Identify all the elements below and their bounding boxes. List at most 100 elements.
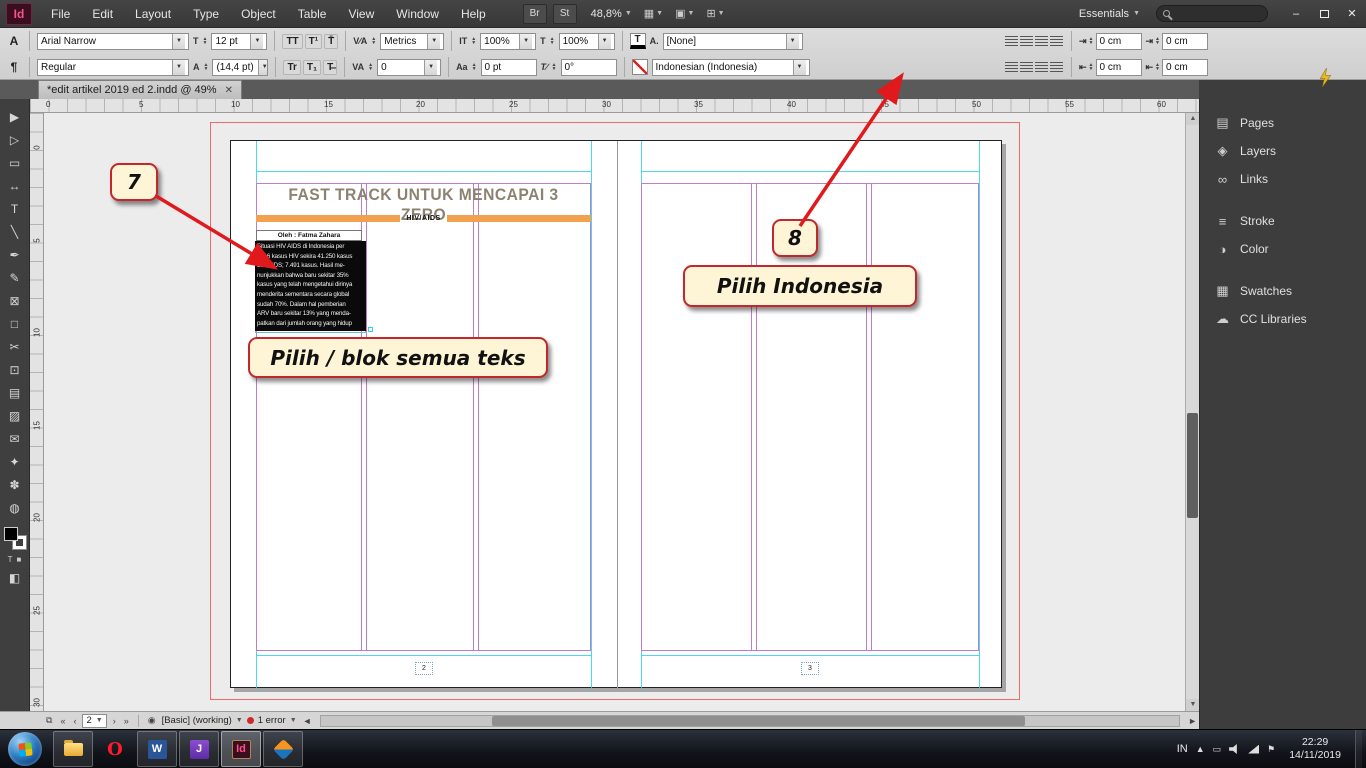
view-options-button[interactable]: ▦ ▼ [644, 7, 663, 20]
action-center-flag-icon[interactable]: ⚑ [1267, 744, 1275, 755]
search-box[interactable] [1156, 5, 1268, 22]
align-center-button[interactable] [1020, 35, 1033, 47]
tracking-stepper[interactable]: ▲ ▼ [368, 63, 373, 72]
vertical-scrollbar[interactable]: ▲ ▼ [1185, 113, 1200, 711]
taskbar-word[interactable]: W [137, 731, 177, 767]
direct-selection-tool[interactable]: ▷ [3, 128, 27, 151]
leading-stepper[interactable]: ▲ ▼ [204, 63, 209, 72]
pen-tool[interactable]: ✒ [3, 243, 27, 266]
align-right-button[interactable] [1035, 35, 1048, 47]
align-left-button[interactable] [1005, 35, 1018, 47]
indent-field[interactable]: 0 cm [1162, 58, 1208, 76]
pasteboard[interactable]: FAST TRACK UNTUK MENCAPAI 3 ZERO HIV/AID… [44, 113, 1185, 711]
justify-last-right-button[interactable] [1035, 61, 1048, 73]
preflight-profile[interactable]: [Basic] (working) [162, 715, 232, 726]
panel-tab-cc-libraries[interactable]: ☁ CC Libraries [1200, 305, 1366, 333]
scroll-up-arrow[interactable]: ▲ [1186, 113, 1200, 125]
taskbar-indesign[interactable]: Id [221, 731, 261, 767]
last-page-button[interactable]: » [122, 716, 131, 726]
indent-stepper[interactable]: ▲ ▼ [1089, 37, 1094, 46]
horizontal-scale-stepper[interactable]: ▲ ▼ [471, 37, 476, 46]
case-toggle-button[interactable]: TT [282, 33, 303, 49]
panel-tab-stroke[interactable]: ≡ Stroke [1200, 207, 1366, 235]
indent-stepper[interactable]: ▲ ▼ [1155, 37, 1160, 46]
paragraph-formatting-toggle[interactable]: ¶ [6, 60, 22, 74]
baseline-shift-field[interactable]: 0 pt [480, 58, 537, 76]
stock-button[interactable]: St [552, 3, 577, 24]
panel-tab-layers[interactable]: ◈ Layers [1200, 137, 1366, 165]
free-transform-tool[interactable]: ⊡ [3, 358, 27, 381]
formatting-affects-text-button[interactable]: T [8, 555, 13, 564]
justify-all-button[interactable] [1050, 61, 1063, 73]
horizontal-scale-field[interactable]: 100% ▼ [480, 32, 537, 50]
gap-tool[interactable]: ↔ [3, 174, 27, 197]
justify-last-left-button[interactable] [1005, 61, 1018, 73]
vertical-scroll-thumb[interactable] [1187, 413, 1198, 518]
baseline-shift-stepper[interactable]: ▲ ▼ [472, 63, 477, 72]
keyboard-icon[interactable]: ▭ [1213, 744, 1222, 755]
preflight-menu-icon[interactable]: ◉ [146, 715, 158, 726]
page-number-select[interactable]: 2 ▼ [82, 713, 107, 728]
previous-page-button[interactable]: ‹ [71, 716, 78, 726]
screen-mode-button[interactable]: ▣ ▼ [675, 7, 694, 20]
leading-field[interactable]: (14,4 pt) ▼ [212, 58, 269, 76]
vertical-ruler[interactable]: 0 5 10 15 20 25 30 [30, 113, 44, 711]
case-toggle-button[interactable]: Tr [283, 59, 301, 75]
fill-swatch[interactable] [3, 527, 18, 541]
menu-item[interactable]: View [337, 0, 385, 28]
case-toggle-button[interactable]: T̄ [324, 33, 339, 49]
search-input[interactable] [1174, 8, 1254, 19]
menu-item[interactable]: Edit [81, 0, 124, 28]
minimize-button[interactable]: – [1282, 0, 1310, 28]
panel-tab-swatches[interactable]: ▦ Swatches [1200, 277, 1366, 305]
font-style-combo[interactable]: Regular ▼ [37, 58, 189, 76]
character-style-combo[interactable]: [None] ▼ [662, 32, 803, 50]
scroll-down-arrow[interactable]: ▼ [1186, 699, 1200, 711]
tracking-combo[interactable]: 0 ▼ [377, 58, 442, 76]
panel-tab-pages[interactable]: ▤ Pages [1200, 109, 1366, 137]
language-combo[interactable]: Indonesian (Indonesia) ▼ [651, 58, 810, 76]
taskbar-journal[interactable]: J [179, 731, 219, 767]
skew-field[interactable]: 0° [560, 58, 617, 76]
language-indicator[interactable]: IN [1177, 743, 1188, 755]
page-number-frame-right[interactable]: 3 [801, 662, 819, 675]
spread[interactable]: FAST TRACK UNTUK MENCAPAI 3 ZERO HIV/AID… [230, 140, 1002, 689]
rectangle-frame-tool[interactable]: ⊠ [3, 289, 27, 312]
menu-item[interactable]: Table [287, 0, 338, 28]
panel-tab-links[interactable]: ∞ Links [1200, 165, 1366, 193]
zoom-tool[interactable]: ◍ [3, 496, 27, 519]
scroll-left-arrow[interactable]: ◄ [301, 716, 314, 726]
selection-tool[interactable]: ▶ [3, 105, 27, 128]
page-preview-icon[interactable]: ⧉ [44, 715, 54, 726]
preflight-error-count[interactable]: 1 error [258, 715, 286, 726]
indent-field[interactable]: 0 cm [1162, 32, 1208, 50]
skew-stepper[interactable]: ▲ ▼ [552, 63, 557, 72]
page-number-frame-left[interactable]: 2 [415, 662, 433, 675]
bridge-button[interactable]: Br [522, 3, 547, 24]
kerning-stepper[interactable]: ▲ ▼ [371, 37, 376, 46]
menu-item[interactable]: Help [450, 0, 497, 28]
menu-item[interactable]: Window [385, 0, 450, 28]
next-page-button[interactable]: › [111, 716, 118, 726]
case-toggle-button[interactable]: T¹ [304, 33, 323, 49]
first-page-button[interactable]: « [58, 716, 67, 726]
tray-expand-icon[interactable]: ▲ [1196, 744, 1205, 754]
text-frame-outport[interactable] [368, 327, 373, 332]
taskbar-file-explorer[interactable] [53, 731, 93, 767]
indent-stepper[interactable]: ▲ ▼ [1155, 63, 1160, 72]
restore-button[interactable] [1310, 0, 1338, 28]
close-tab-icon[interactable]: ✕ [225, 85, 233, 96]
horizontal-scroll-thumb[interactable] [492, 715, 1025, 726]
menu-item[interactable]: File [40, 0, 81, 28]
panel-tab-color[interactable]: ◑ Color [1200, 235, 1366, 263]
line-tool[interactable]: ╲ [3, 220, 27, 243]
justify-last-center-button[interactable] [1020, 61, 1033, 73]
stroke-none-swatch[interactable] [631, 59, 648, 75]
taskbar-clock[interactable]: 22:29 14/11/2019 [1283, 736, 1347, 762]
scroll-right-arrow[interactable]: ► [1186, 716, 1199, 726]
arrange-documents-button[interactable]: ⊞ ▼ [706, 7, 724, 20]
close-button[interactable]: ✕ [1338, 0, 1366, 28]
eyedropper-tool[interactable]: ✦ [3, 450, 27, 473]
rectangle-tool[interactable]: □ [3, 312, 27, 335]
page-tool[interactable]: ▭ [3, 151, 27, 174]
